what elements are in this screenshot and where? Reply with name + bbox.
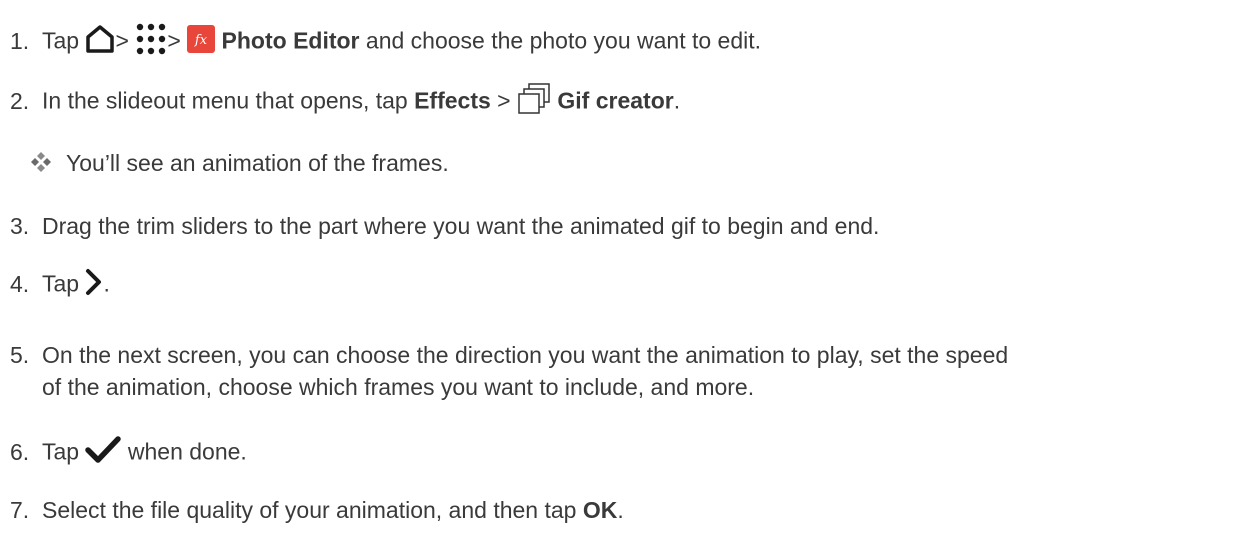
apps-grid-icon [135, 22, 167, 63]
svg-text:fx: fx [194, 33, 208, 48]
step-text-line-2: of the animation, choose which frames yo… [42, 374, 755, 400]
step-text: and choose the photo you want to edit. [359, 27, 762, 54]
step-4: 4. Tap . [10, 268, 110, 303]
step-3: 3. Drag the trim sliders to the part wher… [10, 211, 879, 241]
step-text: In the slideout menu that opens, tap [42, 87, 415, 114]
step-5: 5. On the next screen, you can choose the… [10, 339, 1008, 403]
menu-item-effects: Effects [414, 87, 491, 114]
menu-item-gif-creator: Gif creator [557, 87, 674, 114]
step-6: 6. Tap when done. [10, 435, 247, 472]
step-number: 6. [10, 438, 30, 465]
step-1: 1. Tap > > fx Photo Editor and choose the… [10, 22, 761, 63]
note: You’ll see an animation of the frames. [30, 148, 449, 180]
step-number: 4. [10, 270, 30, 297]
step-text: Select the file quality of your animatio… [42, 497, 583, 523]
home-icon [85, 25, 115, 60]
app-name: Photo Editor [221, 27, 360, 54]
step-text: . [103, 270, 110, 297]
step-text-tap: Tap [42, 27, 80, 54]
ok-label: OK [582, 497, 618, 523]
note-text: You’ll see an animation of the frames. [66, 150, 449, 176]
separator: > [167, 27, 181, 54]
step-2: 2. In the slideout menu that opens, tap E… [10, 83, 680, 122]
step-number: 5. [10, 342, 30, 368]
step-number: 3. [10, 213, 30, 239]
step-number: 7. [10, 497, 30, 523]
checkmark-icon [85, 435, 122, 472]
separator: > [115, 27, 129, 54]
photo-editor-app-icon: fx [187, 25, 216, 60]
step-text: . [617, 497, 624, 523]
gif-creator-icon [517, 83, 551, 122]
step-number: 2. [10, 87, 30, 114]
step-text-line-1: On the next screen, you can choose the d… [42, 342, 1009, 368]
step-text: Drag the trim sliders to the part where … [42, 213, 880, 239]
separator: > [490, 87, 518, 114]
chevron-right-icon [85, 268, 103, 303]
step-text: . [673, 87, 681, 114]
diamond-bullet-icon [30, 150, 52, 180]
step-text: when done. [121, 438, 247, 465]
step-text-tap: Tap [42, 270, 80, 297]
step-text-tap: Tap [42, 438, 80, 465]
step-7: 7. Select the file quality of your animat… [10, 495, 624, 525]
step-number: 1. [10, 27, 30, 54]
